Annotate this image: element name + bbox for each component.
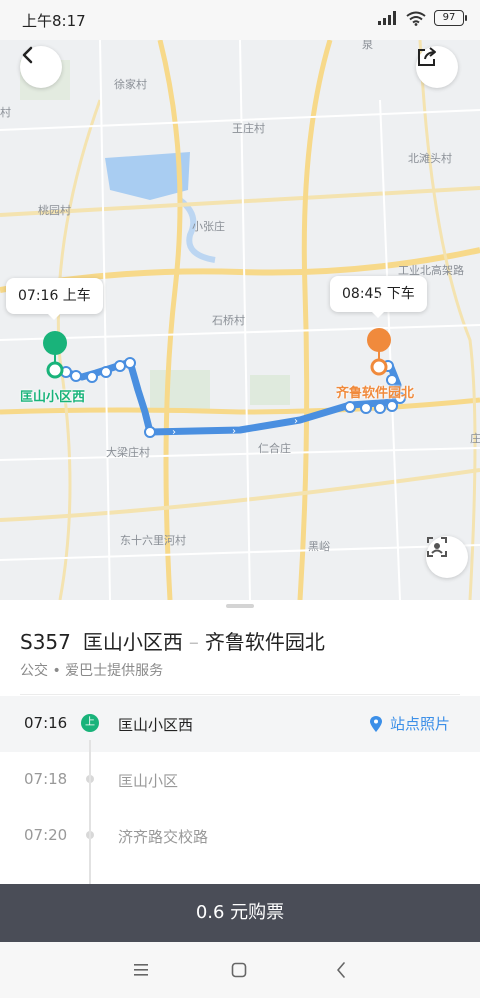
menu-button[interactable] xyxy=(128,958,154,982)
stop-timeline xyxy=(89,740,91,884)
route-map[interactable]: › › › 泉 徐家村 村 王庄村 北滩头村 桃园村 小张庄 工业北高架路 石桥… xyxy=(0,40,480,600)
start-stop-label[interactable]: 匡山小区西 xyxy=(20,386,85,405)
route-provider: 公交 • 爱巴士提供服务 xyxy=(20,663,164,679)
map-label: 石桥村 xyxy=(212,314,245,327)
route-from: 匡山小区西 xyxy=(82,630,183,654)
svg-text:›: › xyxy=(294,416,298,427)
end-marker[interactable]: 下 xyxy=(371,292,387,309)
system-nav-bar xyxy=(0,942,480,998)
end-stop-label[interactable]: 齐鲁软件园北 xyxy=(336,382,414,401)
map-label: 东十六里河村 xyxy=(120,534,186,547)
share-button[interactable] xyxy=(416,46,458,88)
home-icon xyxy=(231,962,247,978)
signal-icon xyxy=(378,11,396,25)
map-label: 仁合庄 xyxy=(258,442,291,455)
map-label: 泉 xyxy=(362,40,373,51)
map-label: 大梁庄村 xyxy=(106,446,150,459)
route-separator: – xyxy=(188,630,199,654)
locate-icon xyxy=(427,537,447,557)
map-label: 徐家村 xyxy=(114,78,147,91)
route-number: S357 xyxy=(20,630,71,654)
status-icons: 97 xyxy=(378,10,467,26)
stop-row[interactable]: 07:16 上 匡山小区西 站点照片 xyxy=(0,696,480,752)
stop-time: 07:18 xyxy=(24,770,68,788)
battery-indicator: 97 xyxy=(434,10,467,26)
stop-name: 匡山小区 xyxy=(118,772,179,790)
stop-photo-link[interactable]: 站点照片 xyxy=(369,713,450,734)
map-label: 村 xyxy=(0,106,11,119)
nav-back-icon xyxy=(337,962,345,978)
route-detail-panel: S357 匡山小区西 – 齐鲁软件园北 公交 • 爱巴士提供服务 07:16 上 匡山… xyxy=(0,600,480,884)
map-label: 小张庄 xyxy=(192,220,225,233)
locate-button[interactable] xyxy=(426,536,468,578)
map-label: 庄 xyxy=(470,432,480,445)
back-icon xyxy=(22,46,33,64)
stop-photo-label: 站点照片 xyxy=(389,715,450,733)
share-icon xyxy=(418,47,436,66)
svg-text:›: › xyxy=(172,427,176,438)
home-button[interactable] xyxy=(226,958,252,982)
stop-time: 07:20 xyxy=(24,826,68,844)
buy-ticket-button[interactable]: 0.6 元购票 xyxy=(0,884,480,942)
back-button[interactable] xyxy=(20,46,62,88)
status-time: 上午8:17 xyxy=(22,12,86,30)
wifi-icon xyxy=(406,11,426,26)
stop-name: 济齐路交校路 xyxy=(118,828,209,846)
menu-icon xyxy=(134,964,148,976)
svg-text:›: › xyxy=(232,426,236,437)
location-pin-icon xyxy=(369,715,382,732)
board-badge: 上 xyxy=(81,714,99,732)
map-label: 王庄村 xyxy=(232,122,265,135)
status-bar: 上午8:17 97 xyxy=(0,0,480,40)
stop-row[interactable]: 07:18 匡山小区 xyxy=(0,752,480,808)
start-marker[interactable]: 上 xyxy=(47,295,63,312)
route-to: 齐鲁软件园北 xyxy=(204,630,325,654)
map-label: 北滩头村 xyxy=(408,152,452,165)
stop-name: 匡山小区西 xyxy=(118,716,194,734)
route-title: S357 匡山小区西 – 齐鲁软件园北 xyxy=(20,626,325,655)
map-label: 黑峪 xyxy=(308,540,330,553)
divider xyxy=(20,694,460,695)
stop-time: 07:16 xyxy=(24,714,68,732)
nav-back-button[interactable] xyxy=(328,958,354,982)
drag-handle[interactable] xyxy=(226,604,254,608)
map-label: 桃园村 xyxy=(38,204,71,217)
stop-row[interactable]: 07:20 济齐路交校路 xyxy=(0,808,480,864)
